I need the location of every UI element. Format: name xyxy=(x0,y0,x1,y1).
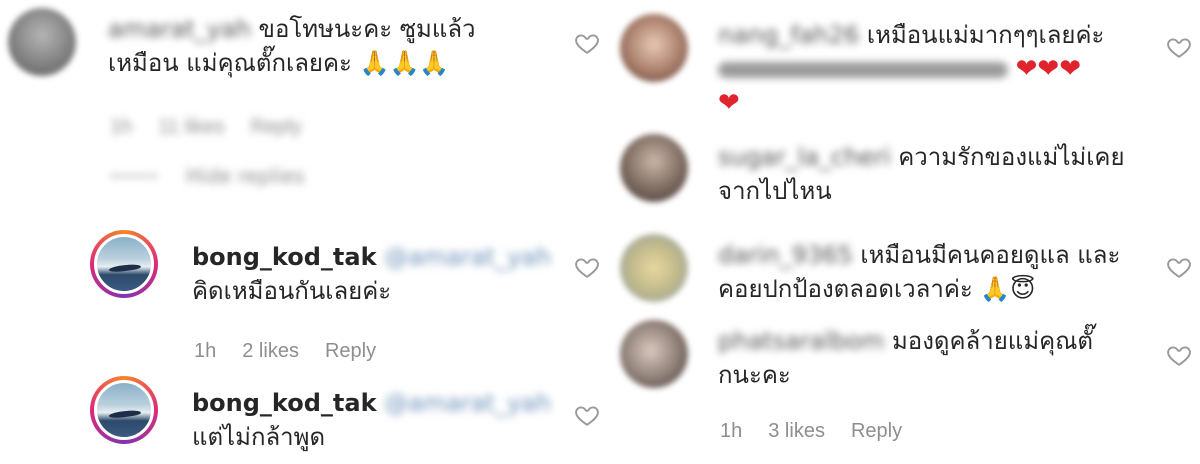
reply-item: bong_kod_tak @amarat_yah แต่ไม่กล้าพูด xyxy=(0,372,600,464)
comment-body-line2: เหมือน แม่คุณตั๊กเลยคะ xyxy=(108,49,352,77)
reply-text: bong_kod_tak @amarat_yah คิดเหมือนกันเลย… xyxy=(192,240,552,308)
reply-username[interactable]: bong_kod_tak xyxy=(192,389,377,417)
reply-username[interactable]: bong_kod_tak xyxy=(192,243,377,271)
avatar-image xyxy=(94,380,154,440)
pray-emoji: 🙏🙏🙏 xyxy=(359,49,450,77)
comment-item: amarat_yah ขอโทษนะคะ ซูมแล้ว เหมือน แม่ค… xyxy=(0,0,600,200)
comment-item: darin_9365 เหมือนมีคนคอยดูแล และ คอยปกป้… xyxy=(600,228,1200,318)
comment-username[interactable]: darin_9365 xyxy=(718,241,853,269)
heart-outline-icon[interactable] xyxy=(1166,342,1192,368)
reply-likes[interactable]: 2 likes xyxy=(242,340,299,363)
reply-button[interactable]: Reply xyxy=(251,116,302,139)
comment-likes[interactable]: 11 likes xyxy=(158,116,224,139)
emoji-group: 🙏😇 xyxy=(980,275,1036,303)
comment-username[interactable]: nang_fah26 xyxy=(718,21,859,49)
hide-replies-label: Hide replies xyxy=(186,164,305,188)
heart-emoji: ❤ xyxy=(718,88,740,118)
avatar[interactable] xyxy=(90,230,158,298)
reply-text: bong_kod_tak @amarat_yah แต่ไม่กล้าพูด xyxy=(192,386,552,454)
comment-username[interactable]: phatsaralbom xyxy=(718,327,884,355)
heart-outline-icon[interactable] xyxy=(574,30,600,56)
reply-item: bong_kod_tak @amarat_yah คิดเหมือนกันเลย… xyxy=(0,226,600,376)
reply-body: แต่ไม่กล้าพูด xyxy=(192,423,326,451)
comment-item: sugar_la_cheri ความรักของแม่ไม่เคย จากไป… xyxy=(600,128,1200,228)
mention-link[interactable]: @amarat_yah xyxy=(384,389,551,417)
heart-outline-icon[interactable] xyxy=(574,402,600,428)
comment-body-line2: คอยปกป้องตลอดเวลาค่ะ xyxy=(718,275,973,303)
reply-button[interactable]: Reply xyxy=(851,420,902,443)
comment-body: เหมือนแม่มากๆๆเลยค่ะ xyxy=(866,21,1105,49)
comment-time: 1h xyxy=(110,116,133,138)
mention-link[interactable]: @amarat_yah xyxy=(384,243,551,271)
comment-item: nang_fah26 เหมือนแม่มากๆๆเลยค่ะ ❤❤❤ ❤ xyxy=(600,0,1200,126)
heart-outline-icon[interactable] xyxy=(574,254,600,280)
comment-text: sugar_la_cheri ความรักของแม่ไม่เคย จากไป… xyxy=(718,140,1138,208)
avatar[interactable] xyxy=(8,8,76,76)
comment-username[interactable]: sugar_la_cheri xyxy=(718,143,891,171)
comment-body-line2: กนะคะ xyxy=(718,361,791,389)
comment-meta: 1h 3 likes Reply xyxy=(720,420,902,443)
comment-text: amarat_yah ขอโทษนะคะ ซูมแล้ว เหมือน แม่ค… xyxy=(108,12,528,80)
reply-meta: 1h 2 likes Reply xyxy=(194,340,376,363)
avatar[interactable] xyxy=(620,14,688,82)
comment-likes[interactable]: 3 likes xyxy=(768,420,825,443)
avatar[interactable] xyxy=(620,234,688,302)
reply-button[interactable]: Reply xyxy=(325,340,376,363)
reply-body: คิดเหมือนกันเลยค่ะ xyxy=(192,277,392,305)
avatar[interactable] xyxy=(90,376,158,444)
divider-line xyxy=(110,175,158,177)
comment-body: มองดูคล้ายแม่คุณตั๊ xyxy=(891,327,1093,355)
comment-username[interactable]: amarat_yah xyxy=(108,15,251,43)
reply-time: 1h xyxy=(194,340,217,362)
right-comment-column: nang_fah26 เหมือนแม่มากๆๆเลยค่ะ ❤❤❤ ❤ su… xyxy=(600,0,1200,464)
hide-replies-toggle[interactable]: Hide replies xyxy=(110,164,305,188)
comment-body: ขอโทษนะคะ ซูมแล้ว xyxy=(258,15,476,43)
heart-outline-icon[interactable] xyxy=(1166,254,1192,280)
comment-text: nang_fah26 เหมือนแม่มากๆๆเลยค่ะ ❤❤❤ ❤ xyxy=(718,18,1138,120)
avatar[interactable] xyxy=(620,320,688,388)
comment-body: เหมือนมีคนคอยดูแล และ xyxy=(860,241,1121,269)
avatar-image xyxy=(94,234,154,294)
heart-outline-icon[interactable] xyxy=(1166,34,1192,60)
avatar[interactable] xyxy=(620,134,688,202)
comment-body: ความรักของแม่ไม่เคย xyxy=(898,143,1125,171)
left-comment-column: amarat_yah ขอโทษนะคะ ซูมแล้ว เหมือน แม่ค… xyxy=(0,0,600,464)
comment-text: darin_9365 เหมือนมีคนคอยดูแล และ คอยปกป้… xyxy=(718,238,1158,306)
comment-text: phatsaralbom มองดูคล้ายแม่คุณตั๊ กนะคะ xyxy=(718,324,1138,392)
comment-time: 1h xyxy=(720,420,743,442)
comment-body-line2: จากไปไหน xyxy=(718,177,832,205)
comment-meta: 1h 11 likes Reply xyxy=(110,116,302,139)
comment-item: phatsaralbom มองดูคล้ายแม่คุณตั๊ กนะคะ 1… xyxy=(600,316,1200,464)
heart-emoji: ❤❤❤ xyxy=(1015,54,1081,84)
hidden-text xyxy=(718,62,1008,78)
